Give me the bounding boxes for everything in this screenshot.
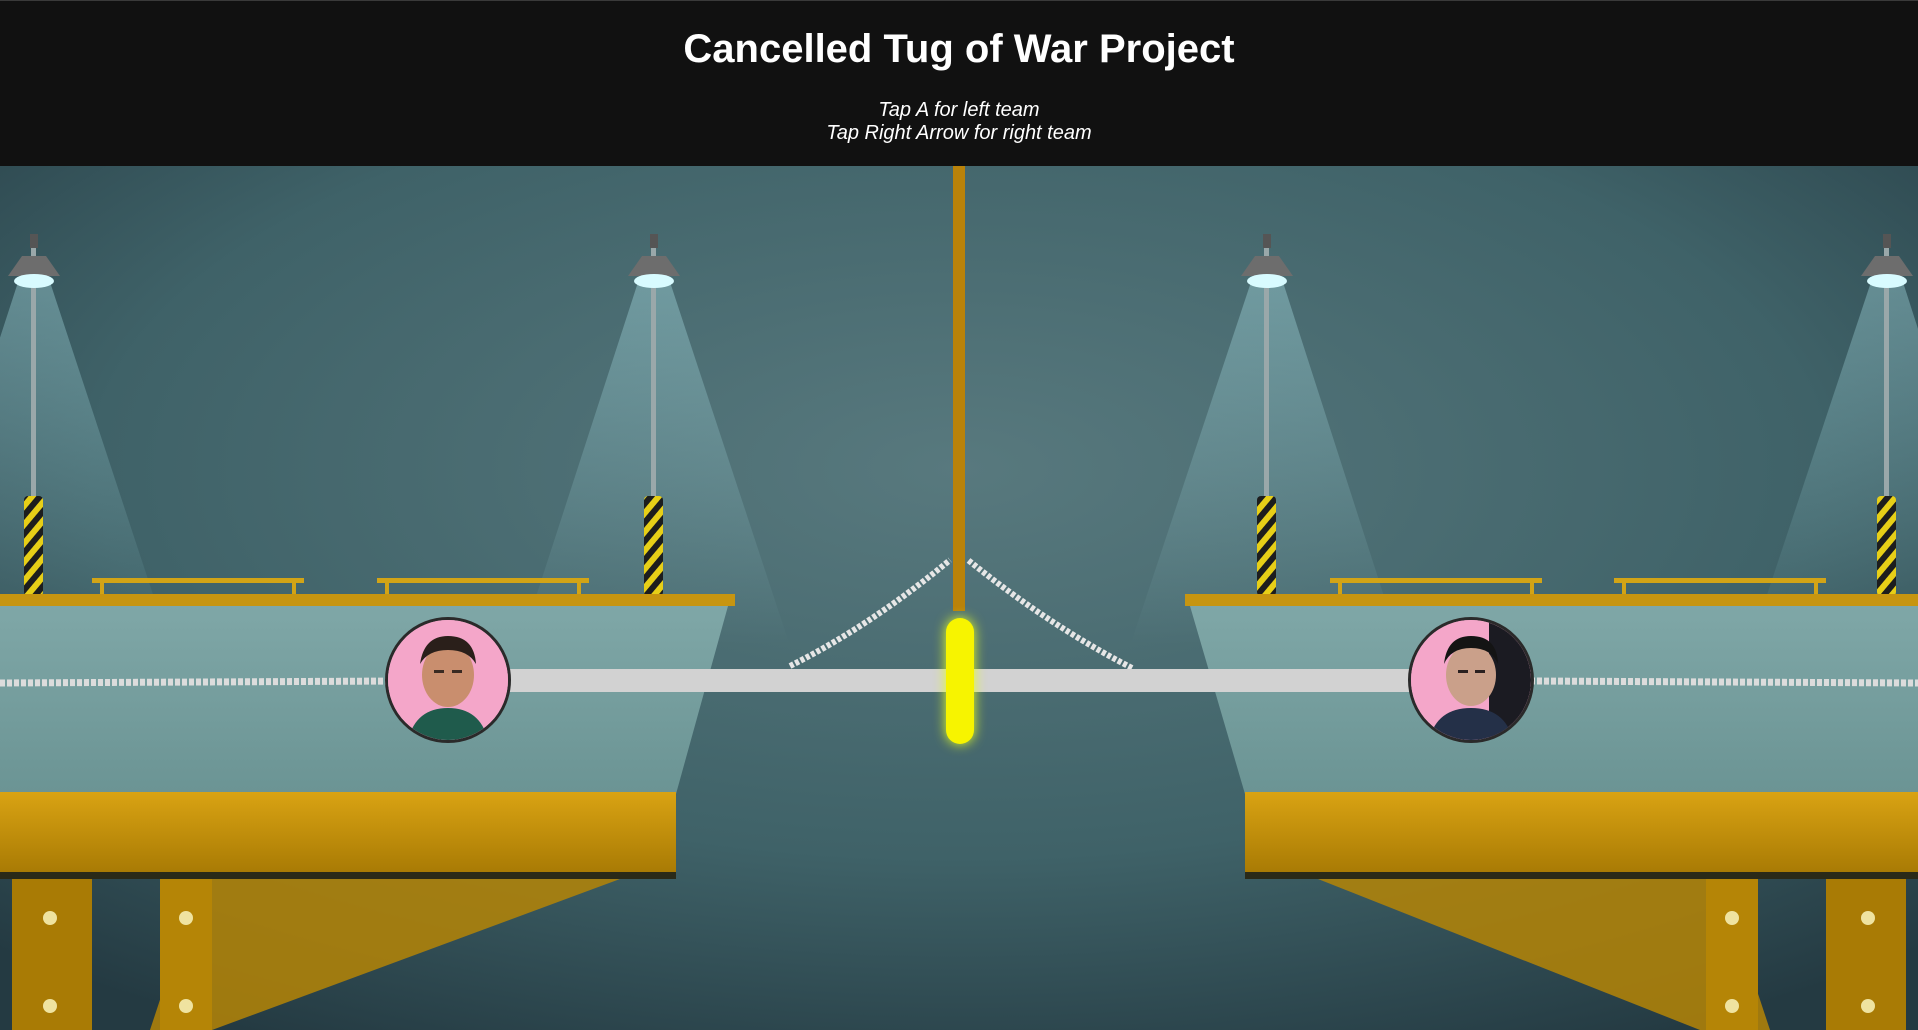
person-icon (388, 620, 508, 740)
center-marker (946, 618, 974, 744)
instruction-right-team: Tap Right Arrow for right team (826, 122, 1092, 144)
scene-background (0, 166, 1918, 1030)
page-title: Cancelled Tug of War Project (683, 27, 1235, 71)
game-scene (0, 166, 1918, 1030)
header: Cancelled Tug of War Project Tap A for l… (0, 0, 1918, 166)
left-team-avatar (385, 617, 511, 743)
right-team-avatar (1408, 617, 1534, 743)
instruction-left-team: Tap A for left team (878, 99, 1040, 121)
person-icon (1411, 620, 1531, 740)
